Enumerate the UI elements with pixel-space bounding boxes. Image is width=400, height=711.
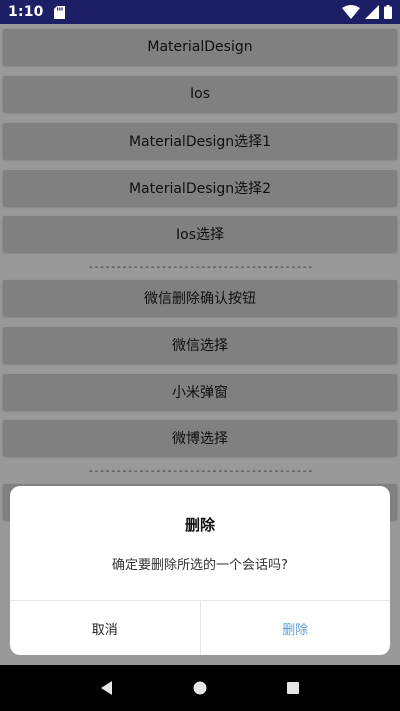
status-time: 1:10 <box>8 4 44 20</box>
recents-button[interactable] <box>278 673 308 703</box>
home-button[interactable] <box>185 673 215 703</box>
dialog-title: 删除 <box>184 516 215 534</box>
recents-icon <box>287 682 300 694</box>
delete-button[interactable]: 删除 <box>201 601 391 655</box>
home-icon <box>193 681 207 695</box>
dialog-actions: 取消 删除 <box>10 600 390 655</box>
back-button[interactable] <box>92 673 122 703</box>
back-icon <box>100 681 112 695</box>
battery-icon <box>384 5 392 19</box>
wifi-icon <box>342 5 360 19</box>
cancel-button[interactable]: 取消 <box>10 601 201 655</box>
navigation-bar <box>0 665 400 711</box>
dialog-message: 确定要删除所选的一个会话吗? <box>112 558 288 573</box>
sd-card-icon <box>53 5 65 19</box>
delete-dialog: 删除 确定要删除所选的一个会话吗? 取消 删除 <box>10 486 390 655</box>
signal-icon <box>365 5 379 19</box>
status-bar: 1:10 <box>0 0 400 24</box>
